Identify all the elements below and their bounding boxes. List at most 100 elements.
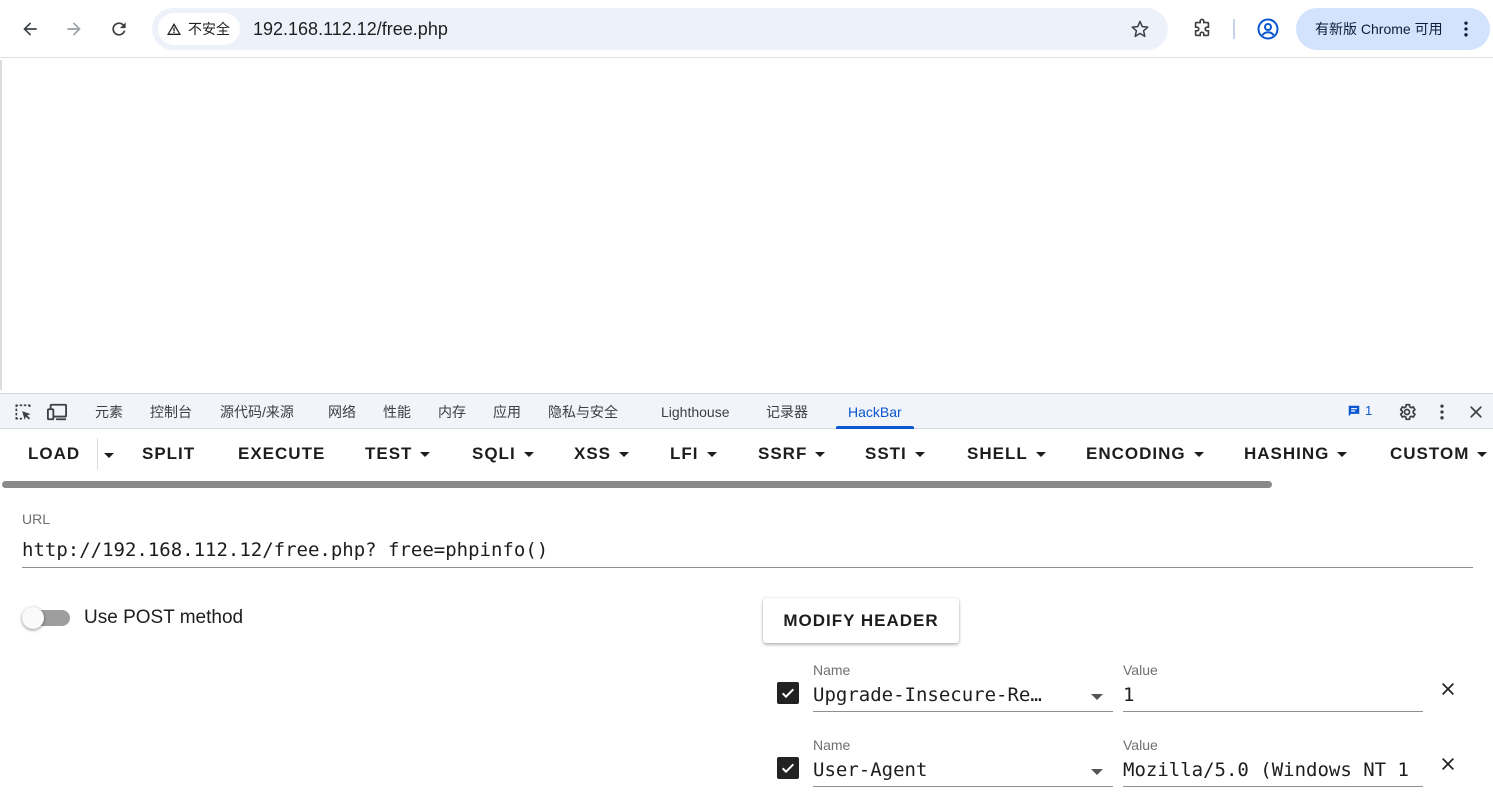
update-chrome-button[interactable]: 有新版 Chrome 可用 [1296, 8, 1490, 50]
address-bar[interactable]: 不安全 192.168.112.12/free.php [152, 8, 1168, 50]
arrow-left-icon [23, 22, 37, 36]
ssrf-label: SSRF [758, 444, 808, 463]
caret-down-icon [523, 452, 534, 458]
xss-label: XSS [574, 444, 612, 463]
split-label: SPLIT [142, 444, 196, 463]
load-dropdown-icon[interactable] [104, 453, 114, 458]
header-value-label: Value [1123, 662, 1158, 678]
tab-recorder[interactable]: 记录器 [766, 394, 808, 429]
menu-scrollbar[interactable] [2, 481, 1272, 488]
execute-button[interactable]: EXECUTE [238, 444, 325, 464]
tab-application[interactable]: 应用 [493, 394, 521, 429]
remove-header-button[interactable] [1437, 678, 1459, 700]
test-label: TEST [365, 444, 413, 463]
xss-menu[interactable]: XSS [574, 444, 630, 464]
forward-button[interactable] [58, 13, 90, 45]
browser-toolbar: 不安全 192.168.112.12/free.php 有新版 Chrome 可… [0, 0, 1493, 58]
device-icon [47, 403, 67, 421]
shell-menu[interactable]: SHELL [967, 444, 1046, 464]
message-icon [1348, 405, 1360, 416]
encoding-menu[interactable]: ENCODING [1086, 444, 1204, 464]
execute-label: EXECUTE [238, 444, 326, 463]
check-icon [781, 763, 795, 774]
more-vert-icon [1440, 404, 1444, 420]
tab-memory[interactable]: 内存 [438, 394, 466, 429]
header-value-input[interactable]: Mozilla/5.0 (Windows NT 1 [1123, 755, 1423, 787]
modify-header-button[interactable]: MODIFY HEADER [763, 598, 959, 643]
header-name-select[interactable]: Upgrade-Insecure-Re… [813, 680, 1113, 712]
sqli-menu[interactable]: SQLI [472, 444, 534, 464]
remove-header-button[interactable] [1437, 753, 1459, 775]
gear-icon [1399, 403, 1416, 421]
caret-down-icon [1477, 452, 1488, 458]
test-menu[interactable]: TEST [365, 444, 431, 464]
header-name-select[interactable]: User-Agent [813, 755, 1113, 787]
ssti-label: SSTI [865, 444, 907, 463]
reload-icon [112, 22, 126, 36]
device-toolbar-button[interactable] [46, 401, 68, 423]
tab-console[interactable]: 控制台 [150, 394, 192, 429]
check-icon [781, 688, 795, 699]
split-button[interactable]: SPLIT [142, 444, 195, 464]
devtools-panel: 元素 控制台 源代码/来源 网络 性能 内存 应用 隐私与安全 Lighthou… [0, 393, 1493, 802]
caret-down-icon [1193, 452, 1204, 458]
devtools-more-button[interactable] [1431, 401, 1453, 423]
security-chip[interactable]: 不安全 [158, 13, 240, 45]
inspect-cursor-icon [15, 404, 31, 420]
warning-icon [167, 23, 181, 35]
lfi-menu[interactable]: LFI [670, 444, 717, 464]
hackbar-menu: LOAD SPLIT EXECUTE TEST SQLI XSS LFI SSR… [0, 430, 1493, 482]
caret-down-icon [619, 452, 630, 458]
page-viewport [0, 59, 1493, 393]
caret-down-icon [815, 452, 826, 458]
tab-lighthouse[interactable]: Lighthouse [661, 394, 730, 429]
bookmark-star-icon[interactable] [1130, 19, 1150, 39]
ssti-menu[interactable]: SSTI [865, 444, 925, 464]
shell-label: SHELL [967, 444, 1028, 463]
tab-sources[interactable]: 源代码/来源 [220, 394, 294, 429]
reload-button[interactable] [103, 13, 135, 45]
post-toggle-thumb[interactable] [22, 607, 44, 629]
tab-performance[interactable]: 性能 [383, 394, 411, 429]
header-value-input[interactable]: 1 [1123, 680, 1423, 712]
tab-network[interactable]: 网络 [328, 394, 356, 429]
arrow-right-icon [67, 22, 81, 36]
devtools-settings-button[interactable] [1396, 401, 1418, 423]
load-button[interactable]: LOAD [28, 444, 80, 464]
extensions-button[interactable] [1188, 15, 1216, 43]
caret-down-icon [914, 452, 925, 458]
header-enabled-checkbox[interactable] [777, 682, 799, 704]
back-button[interactable] [14, 13, 46, 45]
update-label: 有新版 Chrome 可用 [1315, 21, 1443, 37]
header-enabled-checkbox[interactable] [777, 757, 799, 779]
load-split-divider [97, 438, 98, 470]
inspect-element-button[interactable] [12, 401, 34, 423]
profile-button[interactable] [1254, 15, 1282, 43]
tab-hackbar[interactable]: HackBar [836, 394, 914, 429]
issues-count: 1 [1365, 403, 1373, 418]
tab-privacy-security[interactable]: 隐私与安全 [548, 394, 618, 429]
encoding-label: ENCODING [1086, 444, 1186, 463]
caret-down-icon [706, 452, 717, 458]
url-text[interactable]: 192.168.112.12/free.php [253, 8, 448, 50]
more-vert-icon[interactable] [1456, 19, 1476, 39]
header-name-label: Name [813, 737, 851, 753]
custom-menu[interactable]: CUSTOM [1390, 444, 1488, 464]
tab-elements[interactable]: 元素 [95, 394, 123, 429]
caret-down-icon [420, 452, 431, 458]
load-label: LOAD [28, 444, 81, 463]
issues-badge[interactable]: 1 [1347, 403, 1372, 418]
ssrf-menu[interactable]: SSRF [758, 444, 826, 464]
sqli-label: SQLI [472, 444, 516, 463]
devtools-close-button[interactable] [1465, 401, 1487, 423]
caret-down-icon [1337, 452, 1348, 458]
hashing-menu[interactable]: HASHING [1244, 444, 1348, 464]
close-icon [1442, 758, 1454, 770]
dropdown-arrow-icon[interactable] [1091, 769, 1103, 775]
dropdown-arrow-icon[interactable] [1091, 694, 1103, 700]
caret-down-icon [1035, 452, 1046, 458]
hashing-label: HASHING [1244, 444, 1330, 463]
url-input[interactable]: http://192.168.112.12/free.php? free=php… [22, 536, 1473, 568]
header-value-label: Value [1123, 737, 1158, 753]
custom-label: CUSTOM [1390, 444, 1470, 463]
